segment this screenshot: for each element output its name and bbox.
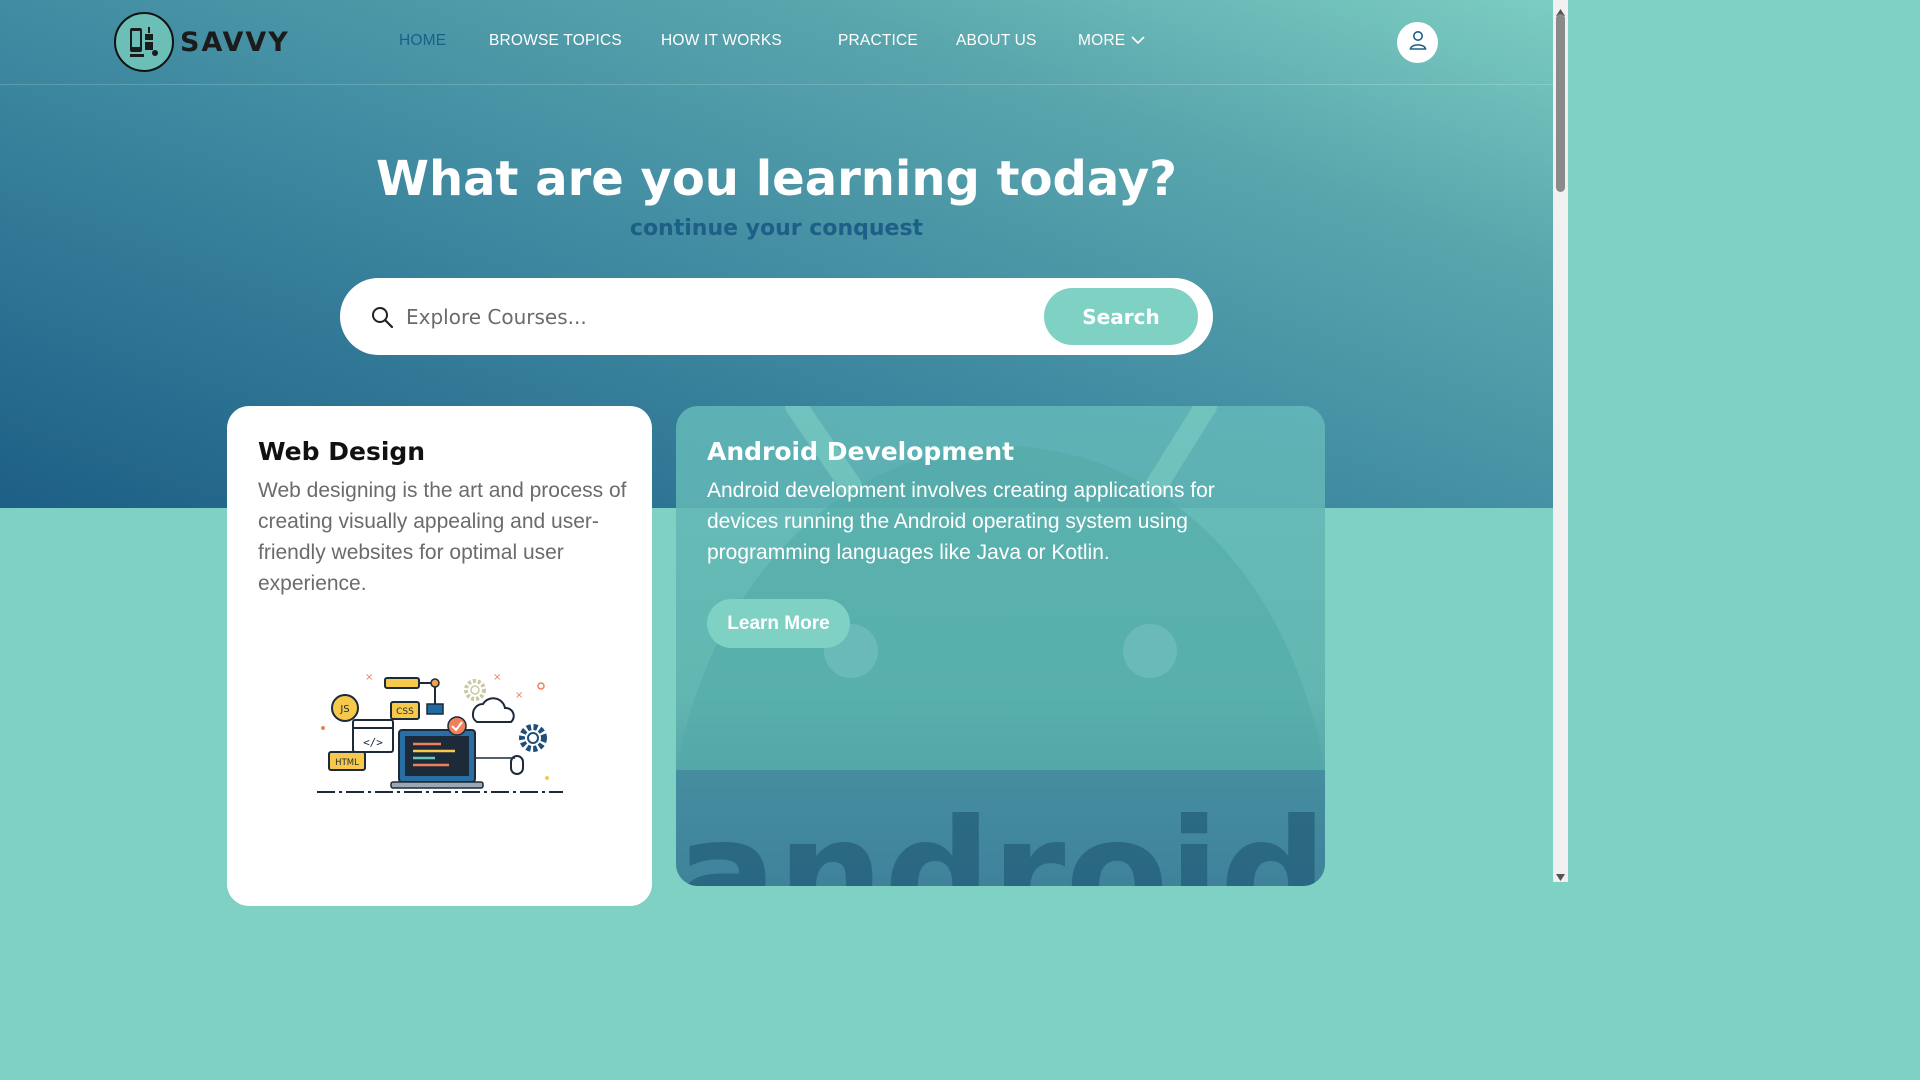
- page-title: What are you learning today?: [376, 151, 1177, 207]
- page-scrollbar[interactable]: [1553, 0, 1568, 882]
- card-description: Android development involves creating ap…: [707, 479, 1215, 564]
- course-card-android-development[interactable]: android Android Development Android deve…: [676, 406, 1325, 886]
- svg-text:×: ×: [365, 672, 373, 683]
- nav-item-how-it-works[interactable]: HOW IT WORKS: [661, 32, 782, 50]
- nav-item-practice[interactable]: PRACTICE: [838, 32, 918, 50]
- svg-text:×: ×: [493, 672, 501, 683]
- nav-item-home[interactable]: HOME: [399, 32, 446, 50]
- page-subtitle: continue your conquest: [629, 216, 924, 241]
- nav-item-more[interactable]: MORE: [1078, 32, 1145, 50]
- svg-text:</>: </>: [363, 736, 383, 749]
- scrollbar-thumb[interactable]: [1556, 14, 1565, 192]
- svg-text:×: ×: [515, 690, 523, 701]
- nav-item-more-label: MORE: [1078, 32, 1126, 50]
- course-card-web-design[interactable]: Web Design Web designing is the art and …: [227, 406, 652, 906]
- illustration-label-html: HTML: [335, 758, 359, 768]
- nav-menu: HOME BROWSE TOPICS HOW IT WORKS PRACTICE…: [0, 32, 1553, 54]
- user-icon: [1408, 30, 1428, 55]
- android-background-word: android: [676, 788, 1325, 886]
- card-title: Web Design: [258, 437, 426, 466]
- illustration-label-css: CSS: [396, 707, 414, 717]
- card-title: Android Development: [707, 437, 1015, 466]
- chevron-down-icon: [1131, 32, 1145, 50]
- web-design-illustration: JS CSS HTML </> × × ×: [315, 668, 565, 803]
- illustration-label-js: JS: [339, 704, 349, 715]
- top-navbar: SAVVY HOME BROWSE TOPICS HOW IT WORKS PR…: [0, 0, 1553, 85]
- search-bar: Search: [340, 278, 1213, 355]
- learn-more-button[interactable]: Learn More: [707, 599, 850, 648]
- scroll-down-arrow-icon[interactable]: [1556, 868, 1565, 886]
- search-icon: [370, 305, 394, 334]
- card-description: Web designing is the art and process of …: [258, 479, 627, 595]
- nav-item-about-us[interactable]: ABOUT US: [956, 32, 1037, 50]
- user-account-button[interactable]: [1397, 22, 1438, 63]
- nav-item-browse-topics[interactable]: BROWSE TOPICS: [489, 32, 622, 50]
- search-button[interactable]: Search: [1044, 288, 1198, 345]
- search-input[interactable]: [406, 298, 1026, 336]
